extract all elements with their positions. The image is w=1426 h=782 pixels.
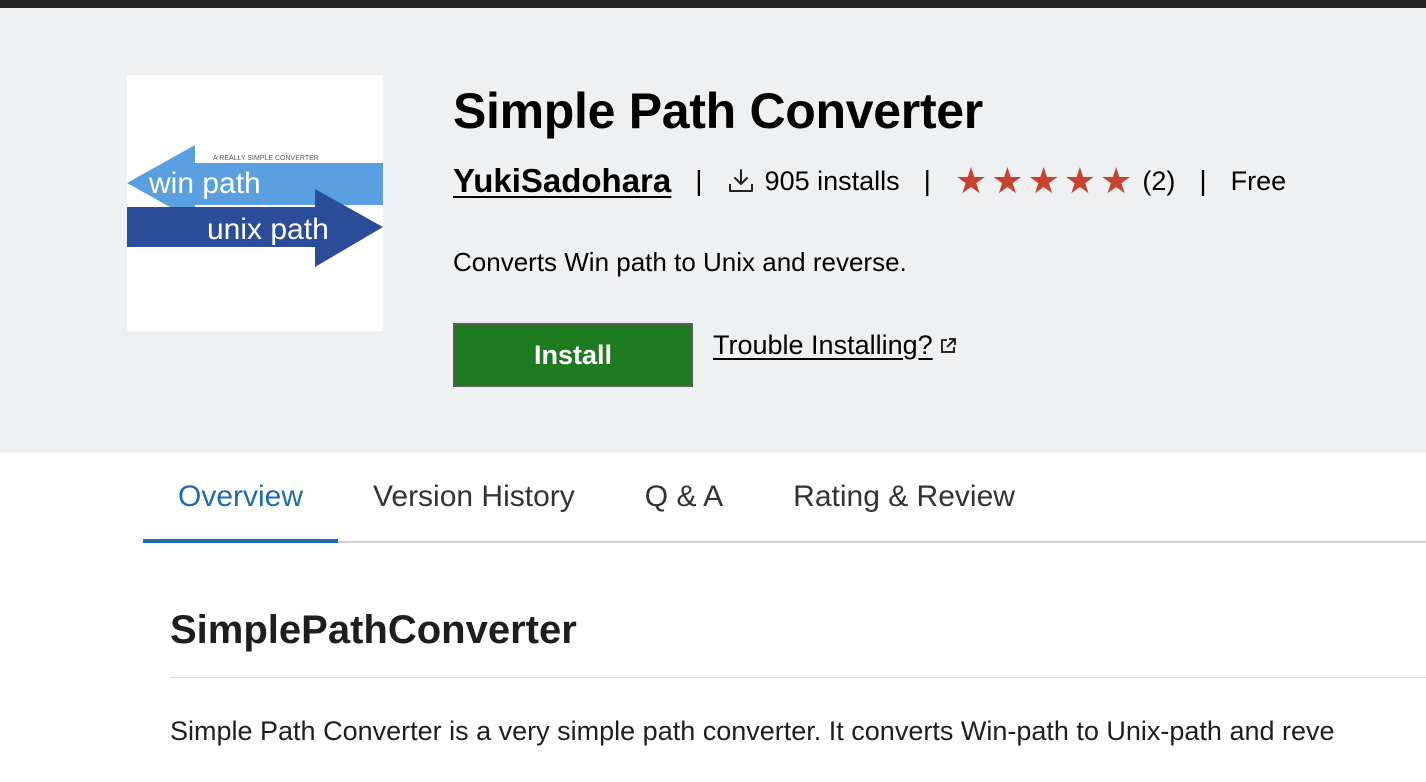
price-label: Free <box>1230 165 1287 196</box>
tab-version-history[interactable]: Version History <box>338 453 610 541</box>
install-count-text: 905 installs <box>764 165 900 196</box>
star-icon: ★ <box>1027 160 1060 201</box>
extension-title: Simple Path Converter <box>453 83 983 139</box>
meta-separator: | <box>923 165 931 196</box>
overview-heading: SimplePathConverter <box>170 608 577 652</box>
tab-bar: Overview Version History Q & A Rating & … <box>143 453 1426 543</box>
star-icon: ★ <box>1100 160 1133 201</box>
trouble-installing-link[interactable]: Trouble Installing? <box>713 330 957 361</box>
download-icon <box>727 167 755 195</box>
trouble-installing-label: Trouble Installing? <box>713 330 933 360</box>
install-count: 905 installs <box>727 166 900 197</box>
heading-divider <box>170 677 1426 678</box>
logo-tagline: A REALLY SIMPLE CONVERTER <box>213 155 319 162</box>
tab-rating-review[interactable]: Rating & Review <box>758 453 1050 541</box>
logo-graphic: A REALLY SIMPLE CONVERTER win path unix … <box>127 145 383 267</box>
rating-stars[interactable]: ★ ★ ★ ★ ★ (2) <box>955 163 1175 199</box>
overview-paragraph: Simple Path Converter is a very simple p… <box>170 716 1335 746</box>
star-icon: ★ <box>991 160 1024 201</box>
publisher-link[interactable]: YukiSadohara <box>453 162 671 200</box>
meta-separator: | <box>1199 165 1207 196</box>
star-icon: ★ <box>1063 160 1097 201</box>
external-link-icon <box>939 337 957 355</box>
star-icon: ★ <box>954 160 988 201</box>
rating-count: (2) <box>1142 165 1176 196</box>
logo-unix-path-text: unix path <box>207 213 329 246</box>
tab-overview[interactable]: Overview <box>143 453 339 543</box>
install-button[interactable]: Install <box>453 323 693 387</box>
extension-meta-row: YukiSadohara | 905 installs | ★ ★ ★ ★ ★ … <box>453 158 1286 204</box>
extension-description: Converts Win path to Unix and reverse. <box>453 247 907 277</box>
window-top-bar <box>0 0 1426 8</box>
meta-separator: | <box>695 165 703 196</box>
logo-win-path-text: win path <box>148 167 261 200</box>
tab-q-and-a[interactable]: Q & A <box>610 453 758 541</box>
extension-logo: A REALLY SIMPLE CONVERTER win path unix … <box>127 75 383 331</box>
